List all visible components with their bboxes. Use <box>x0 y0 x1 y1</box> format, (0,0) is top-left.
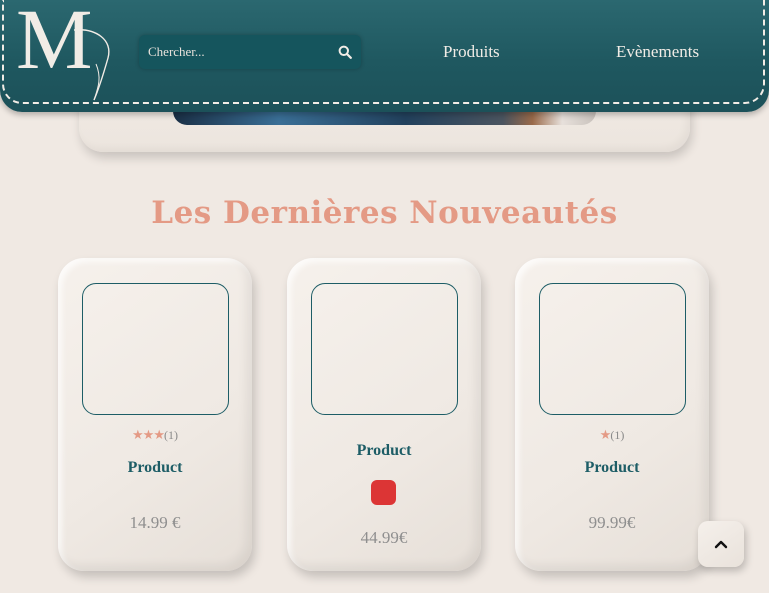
logo[interactable]: M <box>16 0 114 104</box>
product-price: 44.99€ <box>360 528 408 547</box>
product-image[interactable] <box>539 283 686 415</box>
site-header: M Produits Evènements <box>0 0 769 112</box>
search-bar <box>139 35 361 69</box>
color-swatch[interactable] <box>371 480 396 505</box>
product-rating: ★(1) <box>515 427 709 443</box>
product-name[interactable]: Product <box>58 459 252 477</box>
product-name[interactable]: Product <box>515 459 709 477</box>
section-title: Les Dernières Nouveautés <box>151 195 618 231</box>
product-image[interactable] <box>311 283 458 415</box>
product-name[interactable]: Product <box>287 442 481 460</box>
rating-count: (1) <box>610 428 625 442</box>
nav-events[interactable]: Evènements <box>616 42 699 62</box>
search-input[interactable] <box>139 35 319 69</box>
product-card[interactable]: Product 44.99€ <box>287 258 481 571</box>
rating-count: (1) <box>163 428 178 442</box>
search-icon <box>338 45 352 59</box>
scroll-top-button[interactable] <box>698 521 744 567</box>
product-card[interactable]: ★★★(1) Product 14.99 € <box>58 258 252 571</box>
nav-products[interactable]: Produits <box>443 42 500 62</box>
product-card[interactable]: ★(1) Product 99.99€ <box>515 258 709 571</box>
svg-text:M: M <box>18 0 92 87</box>
logo-monogram-icon: M <box>16 0 110 101</box>
product-image[interactable] <box>82 283 229 415</box>
rating-stars-icon: ★★★ <box>132 427 165 442</box>
chevron-up-icon <box>714 540 728 549</box>
product-price: 14.99 € <box>129 513 181 532</box>
product-price: 99.99€ <box>588 513 636 532</box>
rating-stars-icon: ★ <box>599 427 612 442</box>
search-button[interactable] <box>335 42 355 62</box>
product-rating: ★★★(1) <box>58 427 252 443</box>
